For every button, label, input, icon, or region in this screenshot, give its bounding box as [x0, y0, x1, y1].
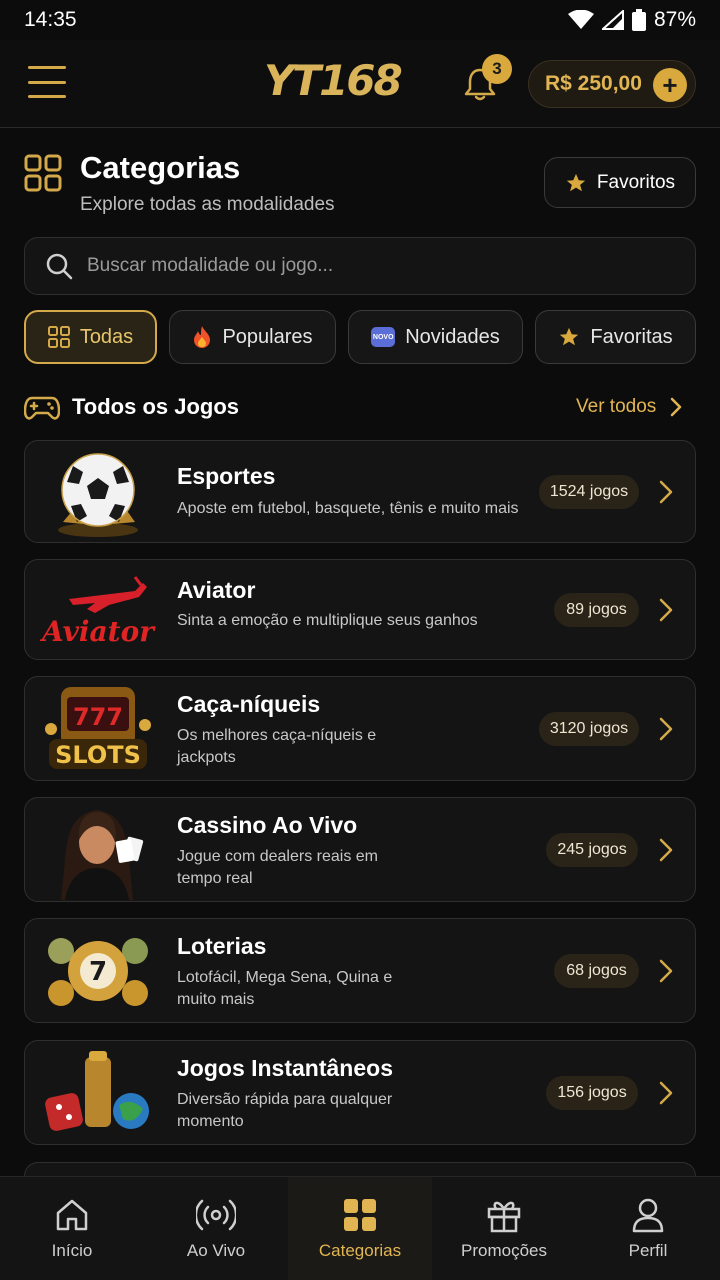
nav-item-categorias[interactable]: Categorias — [288, 1177, 432, 1280]
app-logo[interactable]: YT168 — [264, 56, 403, 105]
new-badge-icon: NOVO — [371, 327, 396, 347]
nav-item-inicio[interactable]: Início — [0, 1177, 144, 1280]
filter-chip-populares[interactable]: Populares — [169, 310, 336, 364]
chevron-right-icon — [671, 397, 682, 417]
balance-button[interactable]: R$ 250,00 + — [528, 60, 696, 108]
category-description: Lotofácil, Mega Sena, Quina e muito mais — [177, 969, 393, 1008]
categories-grid-icon — [24, 154, 62, 192]
status-time: 14:35 — [24, 8, 77, 31]
status-icons: 87% — [567, 8, 696, 32]
grid-icon — [47, 326, 70, 348]
category-name: Jogos Instantâneos — [177, 1055, 393, 1081]
category-name: Loterias — [177, 933, 267, 959]
app-header: YT168 3 R$ 250,00 + — [0, 40, 720, 128]
search-bar[interactable] — [24, 237, 696, 295]
gamepad-icon — [24, 396, 60, 420]
chevron-right-icon — [659, 717, 673, 741]
search-icon — [46, 253, 73, 280]
slot-machine-icon: 777 SLOTS — [39, 681, 157, 777]
soccer-ball-icon — [39, 444, 157, 540]
category-count: 89 jogos — [554, 593, 639, 627]
battery-icon — [631, 9, 646, 31]
nav-item-perfil[interactable]: Perfil — [576, 1177, 720, 1280]
filter-chip-todas[interactable]: Todas — [24, 310, 157, 364]
category-card-aviator[interactable]: Aviator Aviator Sinta a emoção e multipl… — [24, 559, 696, 660]
live-icon — [196, 1199, 236, 1231]
see-all-link[interactable]: Ver todos — [576, 396, 682, 418]
svg-text:Aviator: Aviator — [39, 615, 156, 648]
nav-label: Promoções — [461, 1241, 547, 1260]
category-description: Diversão rápida para qualquer momento — [177, 1091, 393, 1130]
category-name: Esportes — [177, 463, 276, 489]
category-count: 1524 jogos — [539, 475, 639, 509]
svg-text:7: 7 — [89, 957, 107, 987]
dice-icon — [39, 1045, 157, 1141]
nav-label: Perfil — [628, 1241, 668, 1260]
category-description: Sinta a emoção e multiplique seus ganhos — [177, 612, 478, 629]
chevron-right-icon — [659, 838, 673, 862]
nav-label: Início — [51, 1241, 93, 1260]
nav-item-ao-vivo[interactable]: Ao Vivo — [144, 1177, 288, 1280]
gift-icon — [487, 1201, 521, 1233]
user-icon — [632, 1198, 664, 1233]
category-card-esportes[interactable]: Esportes Aposte em futebol, basquete, tê… — [24, 440, 696, 543]
signal-icon — [601, 10, 624, 30]
star-icon — [560, 327, 579, 346]
category-card-cassino-ao-vivo[interactable]: Cassino Ao Vivo Jogue com dealers reais … — [24, 797, 696, 902]
section-title: Todos os Jogos — [72, 394, 240, 419]
category-name: Aviator — [177, 577, 256, 603]
filter-chip-favoritas[interactable]: Favoritas — [535, 310, 696, 364]
favorites-label: Favoritos — [596, 171, 676, 193]
grid-icon — [344, 1199, 376, 1231]
chevron-right-icon — [659, 959, 673, 983]
svg-text:777: 777 — [73, 703, 123, 731]
category-description: Jogue com dealers reais em tempo real — [177, 848, 378, 887]
filter-label: Novidades — [405, 325, 500, 348]
chevron-right-icon — [659, 598, 673, 622]
fire-icon — [194, 326, 211, 348]
see-all-label: Ver todos — [576, 396, 657, 417]
category-count: 68 jogos — [554, 954, 639, 988]
deposit-plus-icon[interactable]: + — [653, 68, 687, 102]
category-card-jogos-instantaneos[interactable]: Jogos Instantâneos Diversão rápida para … — [24, 1040, 696, 1145]
favorites-button[interactable]: Favoritos — [544, 157, 696, 208]
status-bar: 14:35 87% — [0, 0, 720, 40]
home-icon — [56, 1199, 88, 1231]
category-count: 245 jogos — [546, 833, 638, 867]
filter-label: Favoritas — [590, 325, 673, 348]
category-name: Caça-níqueis — [177, 691, 321, 717]
live-dealer-icon — [39, 802, 157, 900]
filter-chip-novidades[interactable]: NOVO Novidades — [348, 310, 523, 364]
chevron-right-icon — [659, 1081, 673, 1105]
balance-amount: R$ 250,00 — [545, 72, 642, 95]
bottom-navigation: Início Ao Vivo Categorias Promoções Perf… — [0, 1176, 720, 1280]
category-description: Os melhores caça-níqueis e jackpots — [177, 727, 377, 766]
filter-label: Todas — [79, 325, 134, 348]
filter-label: Populares — [222, 325, 313, 348]
category-description: Aposte em futebol, basquete, tênis e mui… — [177, 500, 519, 517]
nav-label: Ao Vivo — [186, 1241, 246, 1260]
wifi-icon — [567, 10, 594, 29]
star-icon — [566, 173, 586, 191]
svg-text:SLOTS: SLOTS — [55, 741, 141, 769]
page-subtitle: Explore todas as modalidades — [80, 194, 335, 215]
battery-level: 87% — [653, 8, 696, 31]
nav-item-promocoes[interactable]: Promoções — [432, 1177, 576, 1280]
menu-button[interactable] — [28, 66, 66, 98]
category-count: 3120 jogos — [539, 712, 639, 746]
menu-icon — [28, 66, 66, 69]
category-card-loterias[interactable]: 7 Loterias Lotofácil, Mega Sena, Quina e… — [24, 918, 696, 1023]
search-input[interactable] — [87, 255, 695, 277]
notification-badge: 3 — [482, 54, 512, 84]
category-name: Cassino Ao Vivo — [177, 812, 358, 838]
category-card-caca-niqueis[interactable]: 777 SLOTS Caça-níqueis Os melhores caça-… — [24, 676, 696, 781]
page-title: Categorias — [80, 150, 241, 185]
aviator-logo: Aviator — [39, 562, 157, 658]
lottery-balls-icon: 7 — [39, 923, 157, 1019]
category-count: 156 jogos — [546, 1076, 638, 1110]
nav-label: Categorias — [318, 1241, 402, 1260]
chevron-right-icon — [659, 480, 673, 504]
